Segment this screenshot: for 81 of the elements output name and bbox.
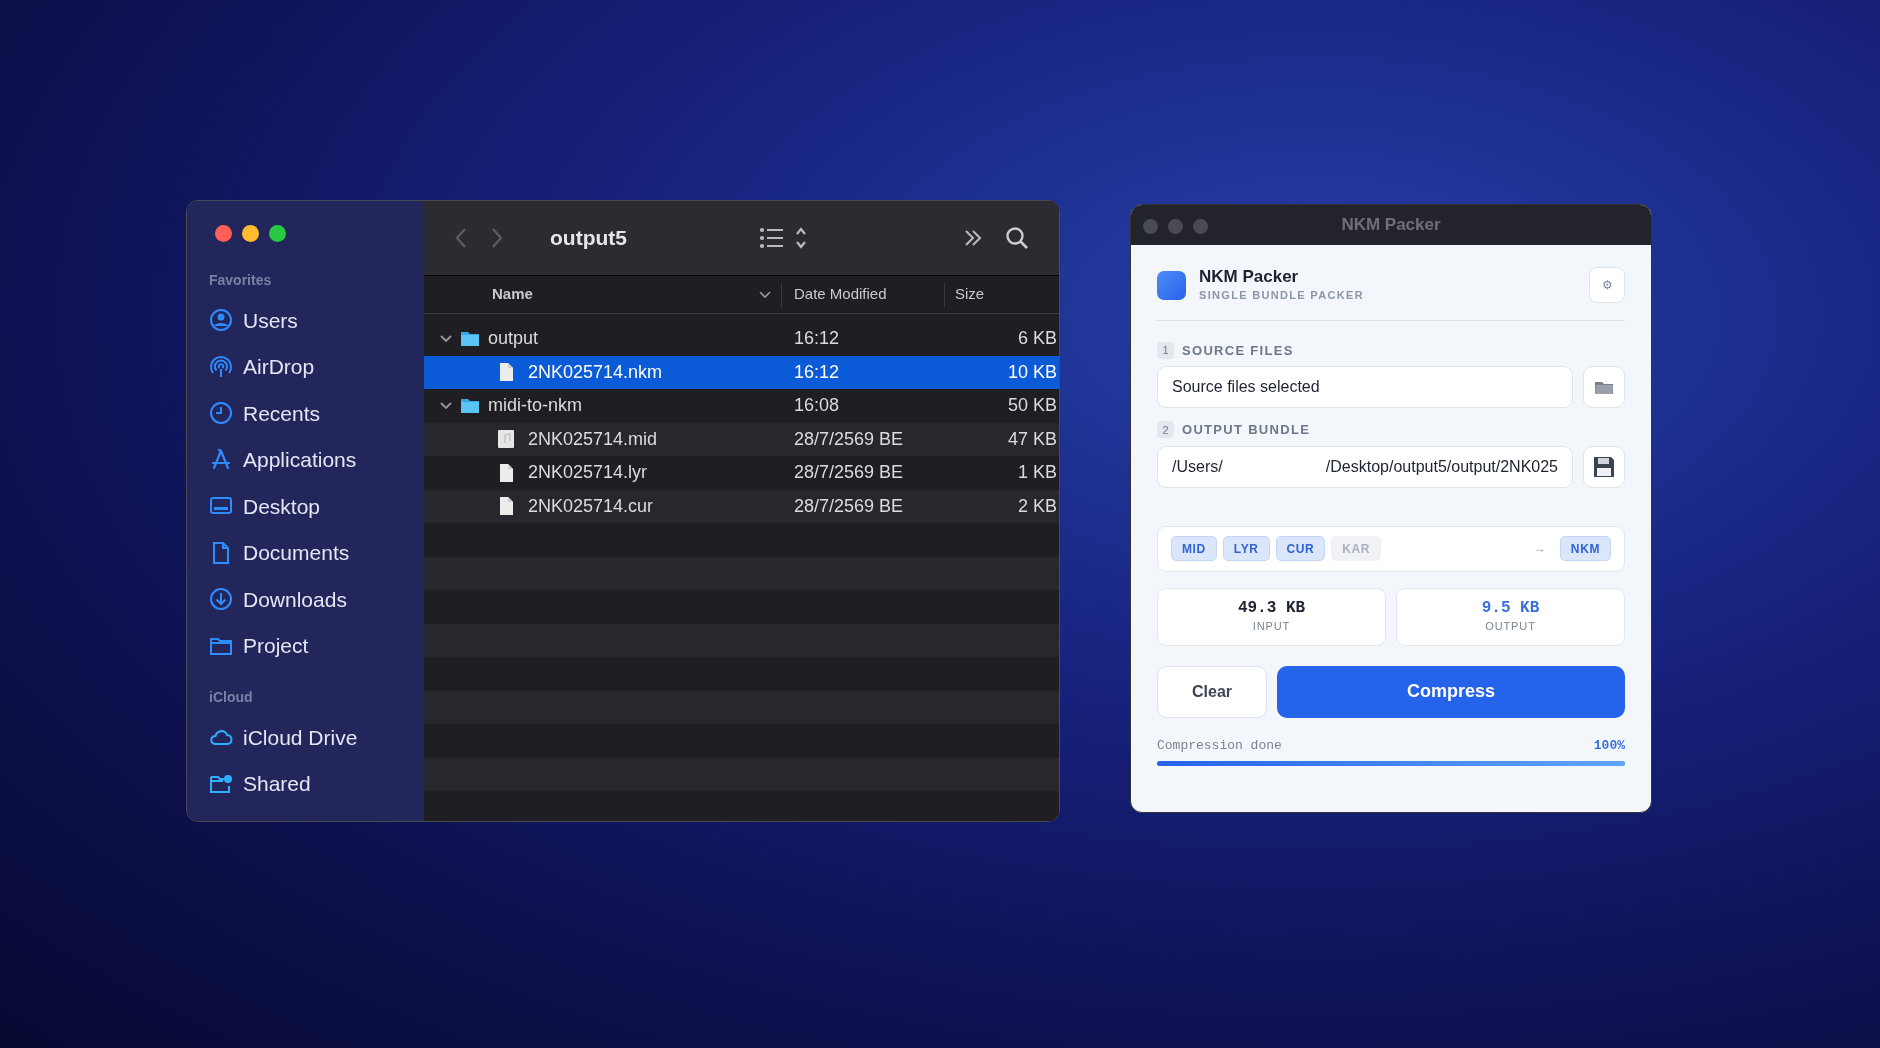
file-name: 2NK025714.mid — [528, 427, 658, 451]
size-cell-text: 50 KB — [1006, 394, 1058, 418]
format-tag: NKM — [1559, 536, 1611, 561]
browse-button[interactable] — [1583, 366, 1625, 408]
sidebar-item[interactable]: Downloads — [209, 576, 402, 623]
size-cell-text: 47 KB — [1006, 427, 1058, 451]
stat-value: 49.3 KB — [1237, 598, 1306, 619]
sidebar-item[interactable]: iCloud Drive — [209, 714, 402, 761]
list-view-icon[interactable] — [759, 226, 809, 250]
sort-chevron-icon[interactable] — [759, 290, 771, 299]
app-store-icon — [209, 447, 233, 472]
format-tag[interactable]: LYR — [1222, 536, 1270, 561]
file-row[interactable]: 2NK025714.cur 28/7/2569 BE 2 KB — [424, 489, 1059, 523]
more-icon[interactable] — [963, 228, 983, 248]
date-cell-text: 28/7/2569 BE — [793, 461, 905, 485]
section-label: OUTPUT BUNDLE — [1182, 421, 1311, 439]
arrow-symbol: → — [1532, 539, 1546, 558]
person-icon — [209, 308, 233, 333]
date-cell-text: 16:08 — [793, 394, 841, 418]
compress-button[interactable]: Compress — [1277, 665, 1625, 718]
output-path-field[interactable]: /Users/ /Desktop/output5/output/2NK025 — [1157, 445, 1573, 488]
section-label: SOURCE FILES — [1182, 341, 1294, 360]
window-title: NKM Packer — [1341, 214, 1441, 237]
source-field[interactable]: Source files selected — [1157, 366, 1573, 408]
sidebar-item[interactable]: Desktop — [209, 483, 402, 530]
app-name: NKM Packer — [1199, 267, 1300, 287]
search-icon[interactable] — [1005, 226, 1029, 250]
format-tag[interactable]: CUR — [1275, 536, 1326, 561]
date-cell-text: 28/7/2569 BE — [793, 494, 905, 518]
sidebar-item[interactable]: Users — [209, 297, 402, 344]
file-row[interactable]: 2NK025714.nkm 16:12 10 KB — [424, 355, 1059, 389]
file-name: 2NK025714.lyr — [528, 461, 648, 485]
app-icon — [1157, 270, 1186, 300]
file-name: 2NK025714.cur — [528, 494, 654, 518]
format-tag[interactable]: MID — [1171, 536, 1217, 561]
zoom-button[interactable] — [269, 225, 286, 242]
download-icon — [209, 587, 233, 612]
sidebar-item[interactable]: Documents — [209, 529, 402, 576]
path-text: /Desktop/output5/output/2NK025 — [1325, 456, 1558, 477]
folder-title: output5 — [550, 225, 627, 252]
progress-reading: 100% — [1593, 736, 1625, 755]
size-cell-text: 6 KB — [1016, 327, 1058, 351]
minimize-button[interactable] — [242, 225, 259, 242]
size-cell-text: 10 KB — [1006, 360, 1058, 384]
sidebar-item[interactable]: Shared — [209, 760, 402, 807]
progress-label: Compression done — [1157, 736, 1282, 755]
app-subtitle: SINGLE BUNDLE PACKER — [1199, 288, 1364, 303]
sidebar-item[interactable]: Project — [209, 622, 402, 669]
file-name: 2NK025714.nkm — [528, 360, 663, 384]
file-row[interactable]: 2NK025714.mid 28/7/2569 BE 47 KB — [424, 422, 1059, 456]
sidebar-heading: Favorites — [209, 271, 273, 290]
date-cell-text: 16:12 — [793, 360, 841, 384]
settings-button[interactable]: ⚙ — [1589, 267, 1625, 304]
save-button[interactable] — [1583, 445, 1625, 488]
disclosure-chevron-icon[interactable] — [440, 399, 452, 412]
file-name: output — [488, 327, 539, 351]
column-heading[interactable]: Name — [492, 283, 533, 306]
stat-label: OUTPUT — [1485, 619, 1536, 635]
column-heading[interactable]: Size — [955, 285, 985, 303]
airdrop-icon — [209, 354, 233, 379]
clock-icon — [209, 401, 233, 426]
sidebar-item[interactable]: Applications — [209, 436, 402, 483]
sidebar-item[interactable]: AirDrop — [209, 343, 402, 390]
step-number: 2 — [1157, 421, 1174, 439]
column-heading[interactable]: Date Modified — [794, 283, 887, 306]
path-text: /Users/ — [1172, 456, 1223, 477]
size-cell-text: 2 KB — [1016, 494, 1058, 518]
clear-button[interactable]: Clear — [1157, 665, 1267, 718]
stat-value: 9.5 KB — [1481, 598, 1540, 619]
sidebar-item[interactable]: Recents — [209, 390, 402, 437]
size-cell-text: 1 KB — [1016, 461, 1058, 485]
folder-icon — [1594, 379, 1614, 395]
date-cell-text: 16:12 — [793, 327, 841, 351]
close-button[interactable] — [215, 225, 232, 242]
file-name: midi-to-nkm — [488, 394, 582, 418]
stat-label: INPUT — [1252, 619, 1291, 635]
sidebar-heading: iCloud — [209, 688, 254, 707]
music-file-icon — [496, 429, 516, 450]
step-number: 1 — [1157, 341, 1174, 359]
date-cell-text: 28/7/2569 BE — [793, 427, 905, 451]
disclosure-chevron-icon[interactable] — [440, 332, 452, 345]
